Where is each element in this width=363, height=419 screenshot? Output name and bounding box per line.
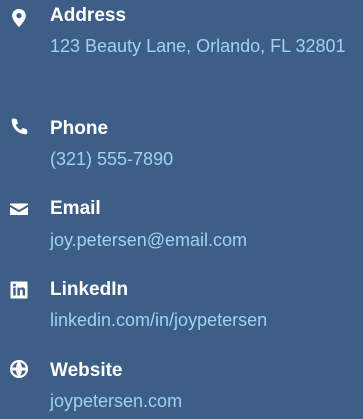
email-value[interactable]: joy.petersen@email.com [50,224,355,256]
linkedin-value[interactable]: linkedin.com/in/joypetersen [50,304,355,336]
linkedin-icon [9,280,29,300]
map-marker-icon [9,8,29,28]
globe-icon [9,359,29,379]
linkedin-label: LinkedIn [50,279,129,300]
website-value[interactable]: joypetersen.com [50,385,355,417]
phone-icon [9,117,29,137]
address-value: 123 Beauty Lane, Orlando, FL 32801 [50,36,346,56]
phone-value[interactable]: (321) 555-7890 [50,143,355,175]
phone-label: Phone [50,118,109,139]
website-label: Website [50,360,123,381]
email-label: Email [50,198,101,219]
envelope-icon [9,199,29,219]
address-label: Address [50,5,127,26]
